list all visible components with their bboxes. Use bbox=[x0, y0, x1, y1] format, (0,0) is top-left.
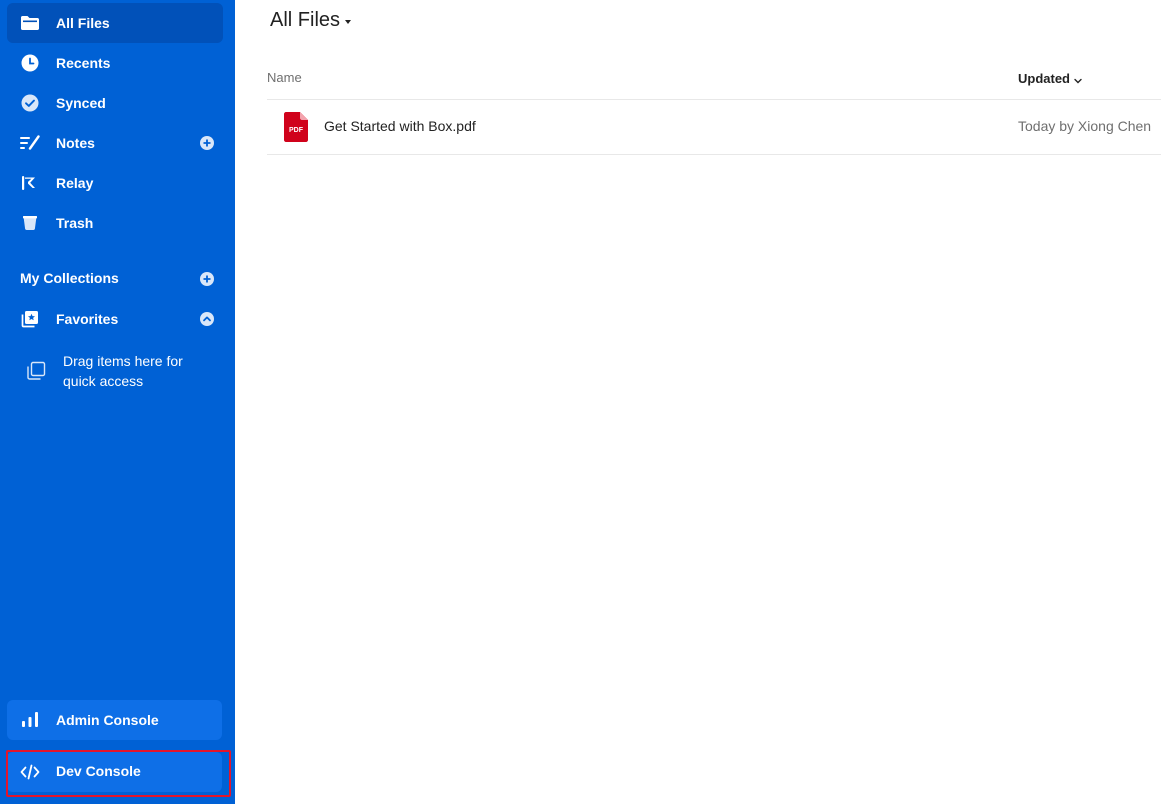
bar-chart-icon bbox=[20, 710, 40, 728]
relay-icon bbox=[20, 174, 40, 192]
check-circle-icon bbox=[20, 94, 40, 112]
copy-icon bbox=[26, 361, 46, 381]
page-title[interactable]: All Files bbox=[270, 9, 352, 32]
collapse-favorites-icon[interactable] bbox=[200, 312, 214, 326]
sidebar-item-favorites[interactable]: Favorites bbox=[7, 299, 223, 339]
trash-icon bbox=[20, 214, 40, 232]
row-divider bbox=[267, 154, 1161, 155]
sidebar-item-label: Favorites bbox=[56, 311, 119, 327]
caret-down-icon bbox=[345, 20, 352, 24]
sidebar-item-label: Synced bbox=[56, 95, 106, 111]
pdf-file-icon: PDF bbox=[284, 112, 308, 142]
sidebar-item-trash[interactable]: Trash bbox=[7, 203, 223, 243]
sidebar-item-label: All Files bbox=[56, 15, 110, 31]
sidebar-item-label: Notes bbox=[56, 135, 95, 151]
dev-console-button[interactable]: Dev Console bbox=[7, 752, 222, 792]
dev-console-label: Dev Console bbox=[56, 763, 141, 779]
sidebar-item-synced[interactable]: Synced bbox=[7, 83, 223, 123]
folder-icon bbox=[20, 14, 40, 32]
sidebar: All Files Recents Synced Notes Relay Tra… bbox=[0, 0, 235, 804]
notes-icon bbox=[20, 134, 40, 152]
chevron-down-icon bbox=[1074, 72, 1082, 87]
admin-console-button[interactable]: Admin Console bbox=[7, 700, 222, 740]
sidebar-item-notes[interactable]: Notes bbox=[7, 123, 223, 163]
favorites-drag-hint: Drag items here for quick access bbox=[26, 350, 216, 394]
sidebar-item-label: Recents bbox=[56, 55, 111, 71]
page-title-text: All Files bbox=[270, 9, 341, 31]
sidebar-item-recents[interactable]: Recents bbox=[7, 43, 223, 83]
sidebar-item-label: Trash bbox=[56, 215, 94, 231]
table-row[interactable]: PDF Get Started with Box.pdf Today by Xi… bbox=[267, 100, 1161, 154]
file-updated: Today by Xiong Chen bbox=[1018, 118, 1152, 134]
code-icon bbox=[20, 763, 40, 781]
add-collection-icon[interactable] bbox=[200, 272, 214, 286]
drag-hint-text: Drag items here for quick access bbox=[63, 353, 183, 389]
admin-console-label: Admin Console bbox=[56, 712, 159, 728]
column-header-name[interactable]: Name bbox=[267, 70, 302, 85]
sidebar-item-all-files[interactable]: All Files bbox=[7, 3, 223, 43]
column-header-updated-label: Updated bbox=[1018, 70, 1070, 86]
column-header-updated[interactable]: Updated bbox=[1018, 69, 1082, 87]
add-note-icon[interactable] bbox=[200, 136, 214, 150]
pdf-badge-text: PDF bbox=[289, 127, 304, 134]
sidebar-item-label: Relay bbox=[56, 175, 94, 191]
sidebar-item-relay[interactable]: Relay bbox=[7, 163, 223, 203]
my-collections-heading: My Collections bbox=[20, 270, 119, 286]
file-name[interactable]: Get Started with Box.pdf bbox=[324, 118, 476, 134]
favorites-icon bbox=[20, 310, 40, 328]
clock-icon bbox=[20, 54, 40, 72]
